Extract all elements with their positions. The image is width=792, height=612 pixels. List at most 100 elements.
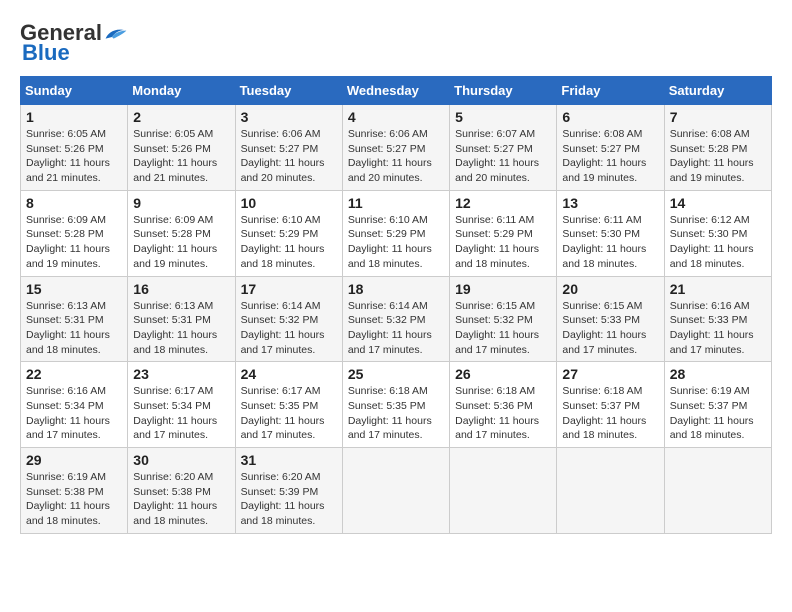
day-number: 24 bbox=[241, 366, 337, 382]
calendar-cell: 31 Sunrise: 6:20 AM Sunset: 5:39 PM Dayl… bbox=[235, 448, 342, 534]
weekday-header-wednesday: Wednesday bbox=[342, 77, 449, 105]
day-number: 19 bbox=[455, 281, 551, 297]
calendar-cell: 22 Sunrise: 6:16 AM Sunset: 5:34 PM Dayl… bbox=[21, 362, 128, 448]
calendar-cell: 14 Sunrise: 6:12 AM Sunset: 5:30 PM Dayl… bbox=[664, 190, 771, 276]
day-number: 21 bbox=[670, 281, 766, 297]
day-info: Sunrise: 6:18 AM Sunset: 5:35 PM Dayligh… bbox=[348, 384, 444, 443]
day-number: 10 bbox=[241, 195, 337, 211]
day-number: 31 bbox=[241, 452, 337, 468]
day-info: Sunrise: 6:16 AM Sunset: 5:34 PM Dayligh… bbox=[26, 384, 122, 443]
day-number: 23 bbox=[133, 366, 229, 382]
day-number: 25 bbox=[348, 366, 444, 382]
day-number: 1 bbox=[26, 109, 122, 125]
day-number: 7 bbox=[670, 109, 766, 125]
day-info: Sunrise: 6:09 AM Sunset: 5:28 PM Dayligh… bbox=[26, 213, 122, 272]
weekday-header-friday: Friday bbox=[557, 77, 664, 105]
day-number: 5 bbox=[455, 109, 551, 125]
day-number: 30 bbox=[133, 452, 229, 468]
day-info: Sunrise: 6:18 AM Sunset: 5:36 PM Dayligh… bbox=[455, 384, 551, 443]
day-info: Sunrise: 6:17 AM Sunset: 5:35 PM Dayligh… bbox=[241, 384, 337, 443]
calendar-cell: 9 Sunrise: 6:09 AM Sunset: 5:28 PM Dayli… bbox=[128, 190, 235, 276]
calendar-cell: 17 Sunrise: 6:14 AM Sunset: 5:32 PM Dayl… bbox=[235, 276, 342, 362]
day-number: 28 bbox=[670, 366, 766, 382]
day-info: Sunrise: 6:08 AM Sunset: 5:27 PM Dayligh… bbox=[562, 127, 658, 186]
day-number: 11 bbox=[348, 195, 444, 211]
day-info: Sunrise: 6:05 AM Sunset: 5:26 PM Dayligh… bbox=[26, 127, 122, 186]
calendar-cell: 5 Sunrise: 6:07 AM Sunset: 5:27 PM Dayli… bbox=[450, 105, 557, 191]
calendar-week-1: 1 Sunrise: 6:05 AM Sunset: 5:26 PM Dayli… bbox=[21, 105, 772, 191]
day-number: 9 bbox=[133, 195, 229, 211]
day-number: 17 bbox=[241, 281, 337, 297]
calendar-cell: 20 Sunrise: 6:15 AM Sunset: 5:33 PM Dayl… bbox=[557, 276, 664, 362]
calendar-cell: 13 Sunrise: 6:11 AM Sunset: 5:30 PM Dayl… bbox=[557, 190, 664, 276]
day-info: Sunrise: 6:15 AM Sunset: 5:33 PM Dayligh… bbox=[562, 299, 658, 358]
calendar-cell: 18 Sunrise: 6:14 AM Sunset: 5:32 PM Dayl… bbox=[342, 276, 449, 362]
calendar-cell: 27 Sunrise: 6:18 AM Sunset: 5:37 PM Dayl… bbox=[557, 362, 664, 448]
logo-bird-icon bbox=[104, 23, 128, 43]
weekday-header-saturday: Saturday bbox=[664, 77, 771, 105]
calendar-cell: 30 Sunrise: 6:20 AM Sunset: 5:38 PM Dayl… bbox=[128, 448, 235, 534]
weekday-header-tuesday: Tuesday bbox=[235, 77, 342, 105]
day-info: Sunrise: 6:06 AM Sunset: 5:27 PM Dayligh… bbox=[348, 127, 444, 186]
day-number: 13 bbox=[562, 195, 658, 211]
day-info: Sunrise: 6:06 AM Sunset: 5:27 PM Dayligh… bbox=[241, 127, 337, 186]
day-number: 16 bbox=[133, 281, 229, 297]
day-info: Sunrise: 6:17 AM Sunset: 5:34 PM Dayligh… bbox=[133, 384, 229, 443]
calendar-cell: 28 Sunrise: 6:19 AM Sunset: 5:37 PM Dayl… bbox=[664, 362, 771, 448]
weekday-header-monday: Monday bbox=[128, 77, 235, 105]
day-number: 15 bbox=[26, 281, 122, 297]
day-number: 12 bbox=[455, 195, 551, 211]
calendar-cell: 21 Sunrise: 6:16 AM Sunset: 5:33 PM Dayl… bbox=[664, 276, 771, 362]
day-info: Sunrise: 6:12 AM Sunset: 5:30 PM Dayligh… bbox=[670, 213, 766, 272]
day-info: Sunrise: 6:14 AM Sunset: 5:32 PM Dayligh… bbox=[241, 299, 337, 358]
calendar-cell bbox=[342, 448, 449, 534]
day-number: 27 bbox=[562, 366, 658, 382]
day-info: Sunrise: 6:07 AM Sunset: 5:27 PM Dayligh… bbox=[455, 127, 551, 186]
calendar-table: SundayMondayTuesdayWednesdayThursdayFrid… bbox=[20, 76, 772, 534]
logo: General Blue bbox=[20, 20, 128, 66]
day-info: Sunrise: 6:05 AM Sunset: 5:26 PM Dayligh… bbox=[133, 127, 229, 186]
calendar-week-4: 22 Sunrise: 6:16 AM Sunset: 5:34 PM Dayl… bbox=[21, 362, 772, 448]
calendar-cell bbox=[450, 448, 557, 534]
day-info: Sunrise: 6:09 AM Sunset: 5:28 PM Dayligh… bbox=[133, 213, 229, 272]
day-number: 20 bbox=[562, 281, 658, 297]
day-info: Sunrise: 6:10 AM Sunset: 5:29 PM Dayligh… bbox=[348, 213, 444, 272]
calendar-cell: 23 Sunrise: 6:17 AM Sunset: 5:34 PM Dayl… bbox=[128, 362, 235, 448]
calendar-cell: 24 Sunrise: 6:17 AM Sunset: 5:35 PM Dayl… bbox=[235, 362, 342, 448]
weekday-header-sunday: Sunday bbox=[21, 77, 128, 105]
day-info: Sunrise: 6:20 AM Sunset: 5:38 PM Dayligh… bbox=[133, 470, 229, 529]
calendar-cell bbox=[557, 448, 664, 534]
calendar-cell: 11 Sunrise: 6:10 AM Sunset: 5:29 PM Dayl… bbox=[342, 190, 449, 276]
day-number: 18 bbox=[348, 281, 444, 297]
calendar-cell: 3 Sunrise: 6:06 AM Sunset: 5:27 PM Dayli… bbox=[235, 105, 342, 191]
page-header: General Blue bbox=[20, 20, 772, 66]
day-info: Sunrise: 6:14 AM Sunset: 5:32 PM Dayligh… bbox=[348, 299, 444, 358]
day-info: Sunrise: 6:11 AM Sunset: 5:29 PM Dayligh… bbox=[455, 213, 551, 272]
calendar-cell: 26 Sunrise: 6:18 AM Sunset: 5:36 PM Dayl… bbox=[450, 362, 557, 448]
calendar-cell: 12 Sunrise: 6:11 AM Sunset: 5:29 PM Dayl… bbox=[450, 190, 557, 276]
day-info: Sunrise: 6:16 AM Sunset: 5:33 PM Dayligh… bbox=[670, 299, 766, 358]
day-info: Sunrise: 6:10 AM Sunset: 5:29 PM Dayligh… bbox=[241, 213, 337, 272]
day-number: 4 bbox=[348, 109, 444, 125]
day-number: 29 bbox=[26, 452, 122, 468]
day-info: Sunrise: 6:15 AM Sunset: 5:32 PM Dayligh… bbox=[455, 299, 551, 358]
logo-blue-text: Blue bbox=[22, 40, 70, 66]
calendar-cell: 15 Sunrise: 6:13 AM Sunset: 5:31 PM Dayl… bbox=[21, 276, 128, 362]
calendar-cell: 7 Sunrise: 6:08 AM Sunset: 5:28 PM Dayli… bbox=[664, 105, 771, 191]
calendar-cell: 6 Sunrise: 6:08 AM Sunset: 5:27 PM Dayli… bbox=[557, 105, 664, 191]
day-info: Sunrise: 6:19 AM Sunset: 5:37 PM Dayligh… bbox=[670, 384, 766, 443]
day-info: Sunrise: 6:20 AM Sunset: 5:39 PM Dayligh… bbox=[241, 470, 337, 529]
day-number: 22 bbox=[26, 366, 122, 382]
day-info: Sunrise: 6:08 AM Sunset: 5:28 PM Dayligh… bbox=[670, 127, 766, 186]
day-number: 3 bbox=[241, 109, 337, 125]
day-info: Sunrise: 6:18 AM Sunset: 5:37 PM Dayligh… bbox=[562, 384, 658, 443]
calendar-cell: 1 Sunrise: 6:05 AM Sunset: 5:26 PM Dayli… bbox=[21, 105, 128, 191]
day-number: 2 bbox=[133, 109, 229, 125]
calendar-cell: 19 Sunrise: 6:15 AM Sunset: 5:32 PM Dayl… bbox=[450, 276, 557, 362]
calendar-week-2: 8 Sunrise: 6:09 AM Sunset: 5:28 PM Dayli… bbox=[21, 190, 772, 276]
day-number: 6 bbox=[562, 109, 658, 125]
calendar-cell: 4 Sunrise: 6:06 AM Sunset: 5:27 PM Dayli… bbox=[342, 105, 449, 191]
weekday-header-thursday: Thursday bbox=[450, 77, 557, 105]
day-number: 14 bbox=[670, 195, 766, 211]
calendar-cell: 10 Sunrise: 6:10 AM Sunset: 5:29 PM Dayl… bbox=[235, 190, 342, 276]
